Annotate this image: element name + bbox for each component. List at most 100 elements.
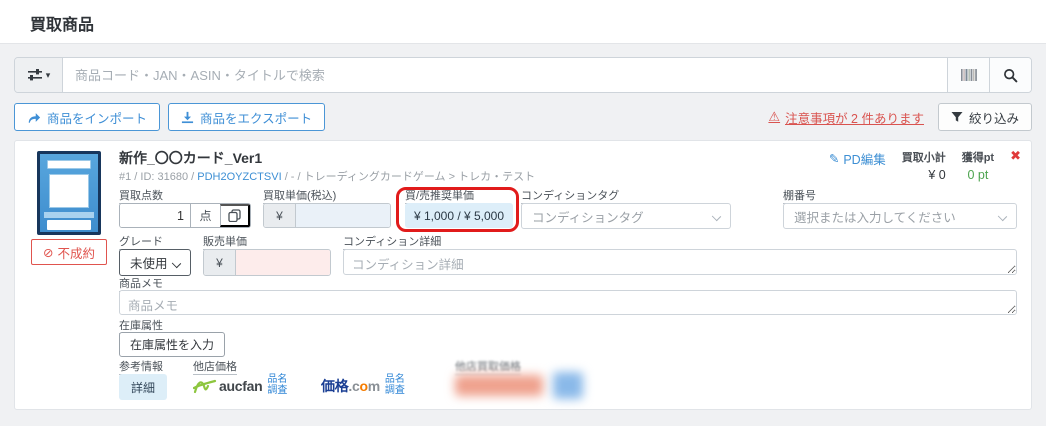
blurred-link-redacted [553,372,583,399]
export-products-button[interactable]: 商品をエクスポート [168,103,326,131]
quantity-unit: 点 [190,204,220,227]
product-meta: #1 / ID: 31680 / PDH2OYZCTSVI / - / トレーデ… [119,168,535,184]
thumbnail-stripe [44,212,94,218]
subtotal-value: ¥ 0 [928,168,946,182]
other-store-price-label: 他店価格 [193,361,237,375]
product-card: ⊘ 不成約 新作_〇〇カード_Ver1 #1 / ID: 31680 / PDH… [14,140,1032,410]
warning-triangle-icon: ⚠ [768,109,781,124]
condition-detail-textarea[interactable] [343,249,1017,275]
barcode-icon [960,68,978,82]
research-link-line1: 品名 [384,374,405,385]
kakaku-logo-text: 価格 [321,377,349,394]
product-code-link[interactable]: PDH2OYZCTSVI [197,171,281,183]
page-header: 買取商品 [0,0,1046,44]
prohibited-icon: ⊘ [43,245,54,260]
other-store-buy-price-label: 他店買取価格 [455,361,521,375]
aucfan-logo-link[interactable]: aucfan [193,377,263,394]
barcode-button[interactable] [947,58,989,92]
grade-label: グレード [119,236,163,250]
export-button-label: 商品をエクスポート [200,111,313,126]
search-input[interactable] [63,58,947,92]
status-badge-label: 不成約 [57,246,95,261]
sale-price-currency-prefix: ¥ [204,250,236,275]
unit-price-currency-prefix: ¥ [264,204,296,227]
thumbnail-footer-bar [47,220,91,230]
shelf-label: 棚番号 [783,190,816,204]
condition-tag-label: コンディションタグ [521,190,620,204]
grade-value: 未使用 [130,257,168,271]
kakaku-o: o [359,377,368,394]
toolbar: 商品をインポート 商品をエクスポート ⚠ 注意事項が 2 件あります 絞り込み [14,103,1032,131]
pd-edit-link[interactable]: ✎ PD編集 [829,149,886,168]
kakaku-name-research-link[interactable]: 品名 調査 [384,374,405,396]
stock-attribute-button[interactable]: 在庫属性を入力 [119,332,226,357]
download-icon [181,111,194,124]
reference-detail-button[interactable]: 詳細 [119,374,167,400]
research-link-line2: 調査 [267,384,288,396]
subtotal-label: 買取小計 [901,152,946,164]
chevron-down-icon [997,211,1008,222]
status-badge-unsold[interactable]: ⊘ 不成約 [31,239,107,265]
product-meta-prefix: #1 / ID: 31680 / [119,171,198,183]
grade-select[interactable]: 未使用 [119,249,191,276]
chevron-down-icon [171,258,182,269]
sliders-icon [27,68,43,82]
research-link-line2: 調査 [384,384,405,396]
page-title: 買取商品 [30,17,95,34]
points-block: 獲得pt 0 pt [962,149,994,182]
memo-textarea[interactable] [119,290,1017,315]
kakaku-dot-c: .c [348,377,360,394]
shelf-placeholder: 選択または入力してください [794,210,956,225]
reference-info-label: 参考情報 [119,361,163,375]
kakaku-logo-link[interactable]: 価格.com [321,376,380,396]
import-arrow-icon [27,111,41,124]
sale-price-group: ¥ [203,249,331,276]
search-bar: ▾ [14,57,1032,93]
quantity-input[interactable] [120,204,190,227]
search-submit-button[interactable] [989,58,1031,92]
unit-price-group: ¥ [263,203,391,228]
quantity-label: 買取点数 [119,190,163,204]
warning-notice-text: 注意事項が 2 件あります [785,111,924,126]
recommended-price-value: ¥ 1,000 / ¥ 5,000 [405,203,513,228]
filter-button-label: 絞り込み [968,111,1019,126]
import-button-label: 商品をインポート [47,111,148,126]
condition-detail-label: コンディション詳細 [343,236,442,250]
search-filter-options-button[interactable]: ▾ [15,58,63,92]
product-title: 新作_〇〇カード_Ver1 [119,150,263,166]
caret-down-icon: ▾ [45,69,51,80]
product-meta-suffix: / - / トレーディングカードゲーム > トレカ・テスト [281,171,536,183]
aucfan-swoosh-icon [193,378,217,394]
condition-tag-placeholder: コンディションタグ [532,210,644,225]
copy-quantity-button[interactable] [220,204,250,227]
sale-price-label: 販売単価 [203,236,247,250]
shelf-select[interactable]: 選択または入力してください [783,203,1017,229]
import-products-button[interactable]: 商品をインポート [14,103,161,131]
kakaku-block: 価格.com 品名 調査 [321,374,405,396]
warning-notice-link[interactable]: ⚠ 注意事項が 2 件あります [768,108,924,127]
aucfan-name-research-link[interactable]: 品名 調査 [267,374,288,396]
funnel-icon [951,111,963,123]
card-actions: ✎ PD編集 買取小計 ¥ 0 獲得pt 0 pt ✖ [829,149,1021,183]
sale-price-input[interactable] [236,250,330,275]
buyback-products-page: 買取商品 ▾ 商品コード・JAN・ASIN・タイトルで検索 商品をインポート 商… [0,0,1046,426]
pd-edit-label: PD編集 [843,153,886,167]
product-thumbnail [37,151,101,235]
pencil-icon: ✎ [828,152,840,166]
points-value: 0 pt [967,168,989,182]
research-link-line1: 品名 [267,374,288,385]
chevron-down-icon [711,211,722,222]
condition-tag-select[interactable]: コンディションタグ [521,203,731,229]
thumbnail-image-area [49,174,89,208]
aucfan-logo-text: aucfan [219,377,263,394]
filter-button[interactable]: 絞り込み [937,103,1032,131]
close-icon[interactable]: ✖ [1010,149,1021,163]
blurred-logo-redacted [455,375,543,396]
points-label: 獲得pt [961,152,995,164]
quantity-group: 点 [119,203,251,228]
search-icon [1003,68,1018,83]
subtotal-block: 買取小計 ¥ 0 [902,149,946,182]
aucfan-block: aucfan 品名 調査 [193,374,288,396]
unit-price-input[interactable] [296,204,390,227]
unit-price-label: 買取単価(税込) [263,190,337,204]
